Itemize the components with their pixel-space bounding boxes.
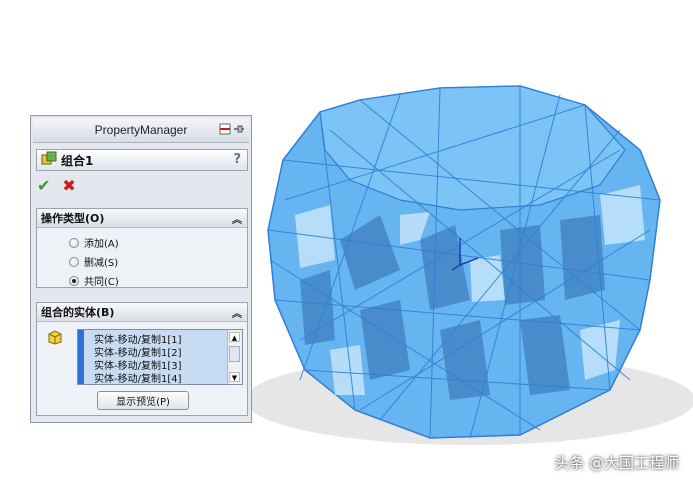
combine-feature-icon (41, 151, 57, 170)
bodies-header[interactable]: 组合的实体(B) ︽ (37, 303, 247, 322)
watermark: 头条 @大国工程师 (554, 454, 679, 472)
scroll-up-icon[interactable]: ▲ (229, 332, 240, 342)
radio-label: 共同(C) (84, 277, 119, 288)
operation-type-title: 操作类型(O) (41, 212, 105, 225)
radio-add[interactable]: 添加(A) (69, 235, 119, 250)
scroll-down-icon[interactable]: ▼ (229, 372, 240, 382)
solid-body-icon (47, 329, 63, 348)
panel-title: PropertyManager (94, 123, 188, 137)
bodies-title: 组合的实体(B) (41, 306, 115, 319)
panel-title-bar: PropertyManager (33, 118, 249, 143)
radio-button-selected[interactable] (69, 275, 79, 286)
split-icon[interactable] (219, 122, 231, 136)
radio-button[interactable] (69, 256, 79, 267)
bodies-group: 组合的实体(B) ︽ 实体-移动/复制1[1] 实体-移动/复制1[2] 实体-… (36, 302, 248, 416)
operation-type-group: 操作类型(O) ︽ 添加(A) 删减(S) 共同(C) (36, 208, 248, 288)
listbox-scrollbar[interactable]: ▲ ▼ (227, 330, 242, 384)
list-item[interactable]: 实体-移动/复制1[4] (94, 370, 182, 385)
selection-bar (78, 330, 84, 384)
feature-header: 组合1 ? (36, 149, 248, 171)
feature-name: 组合1 (61, 153, 94, 168)
collapse-chevron-icon[interactable]: ︽ (232, 305, 242, 320)
collapse-chevron-icon[interactable]: ︽ (232, 211, 242, 226)
scroll-thumb[interactable] (229, 346, 240, 362)
pushpin-icon[interactable] (233, 122, 245, 136)
operation-type-header[interactable]: 操作类型(O) ︽ (37, 209, 247, 228)
radio-subtract[interactable]: 删减(S) (69, 254, 118, 269)
radio-button[interactable] (69, 237, 79, 248)
property-manager-panel: PropertyManager 组合1 ? ✔ ✖ 操作类型(O) ︽ 添加(A… (30, 115, 252, 423)
radio-common[interactable]: 共同(C) (69, 273, 119, 288)
ok-check-icon[interactable]: ✔ (37, 178, 50, 194)
radio-label: 添加(A) (84, 239, 119, 250)
help-icon[interactable]: ? (233, 152, 241, 167)
cancel-x-icon[interactable]: ✖ (62, 178, 75, 194)
show-preview-button[interactable]: 显示预览(P) (97, 391, 189, 410)
action-buttons: ✔ ✖ (37, 178, 76, 194)
radio-label: 删减(S) (84, 258, 119, 269)
bodies-listbox[interactable]: 实体-移动/复制1[1] 实体-移动/复制1[2] 实体-移动/复制1[3] 实… (77, 329, 243, 385)
